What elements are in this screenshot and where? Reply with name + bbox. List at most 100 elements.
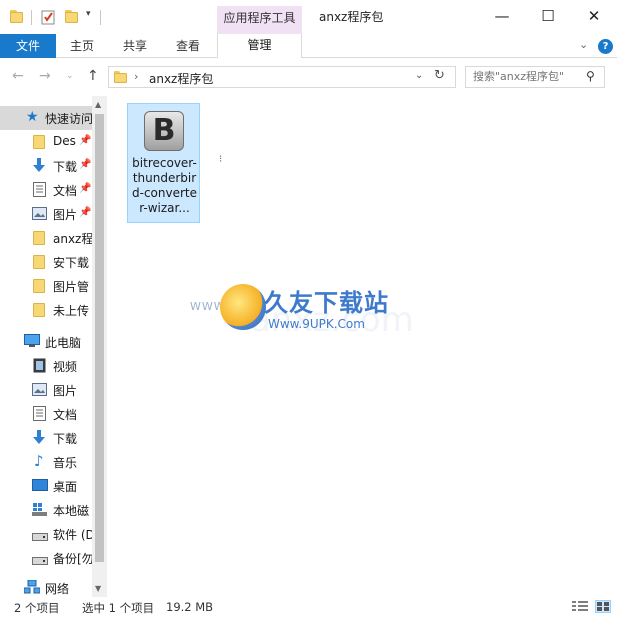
search-input[interactable] (473, 70, 581, 83)
drive-icon (32, 554, 48, 568)
details-view-icon[interactable] (572, 600, 588, 613)
nav-item-anxz[interactable]: anxz程 (0, 226, 92, 250)
address-row: ← → ⌄ ↑ › anxz程序包 ⌄ ↻ ⚲ (0, 58, 617, 96)
nav-label: anxz程 (53, 232, 92, 246)
nav-label: 图片 (53, 384, 78, 398)
chevron-right-icon[interactable]: › (134, 70, 138, 83)
customize-toolbar-icon[interactable]: ▾ (86, 9, 91, 19)
nav-label: 文档 (53, 408, 78, 422)
separator (31, 10, 32, 25)
nav-label: 本地磁 (53, 504, 90, 518)
help-icon[interactable]: ? (598, 39, 613, 54)
separator (100, 10, 101, 25)
tab-file[interactable]: 文件 (0, 34, 56, 58)
back-arrow-icon[interactable]: ← (12, 68, 24, 84)
document-icon (33, 182, 47, 197)
file-item[interactable]: B bitrecover-thunderbird-converter-wizar… (127, 103, 200, 223)
tab-home[interactable]: 主页 (70, 34, 94, 58)
ribbon-tabs: 文件 主页 共享 查看 管理 ⌄ ? (0, 34, 617, 58)
nav-item-desktop[interactable]: Des 📌 (0, 130, 92, 154)
search-box[interactable]: ⚲ (465, 66, 605, 88)
title-bar: ▾ 应用程序工具 anxz程序包 — ☐ ✕ (0, 0, 617, 34)
folder-icon (9, 9, 25, 25)
nav-item-anxiazai[interactable]: 安下载 (0, 250, 92, 274)
search-icon[interactable]: ⚲ (586, 69, 595, 83)
close-button[interactable]: ✕ (571, 0, 617, 32)
nav-label: 音乐 (53, 456, 78, 470)
up-arrow-icon[interactable]: ↑ (87, 68, 99, 84)
network-icon (23, 579, 41, 594)
nav-item-desktop-pc[interactable]: 桌面 (0, 474, 92, 498)
file-list[interactable]: B bitrecover-thunderbird-converter-wizar… (107, 96, 617, 597)
properties-icon[interactable] (40, 9, 56, 25)
nav-item-documents[interactable]: 文档 📌 (0, 178, 92, 202)
folder-icon (33, 303, 47, 317)
file-name: bitrecover-thunderbird-converter-wizar..… (132, 156, 197, 215)
nav-quick-access[interactable]: ★ 快速访问 (0, 106, 92, 130)
selection-size: 19.2 MB (166, 600, 214, 614)
nav-label: 图片管 (53, 280, 90, 294)
app-b-icon: B (144, 111, 184, 151)
status-bar: 2 个项目 选中 1 个项目 19.2 MB (0, 597, 617, 617)
minimize-button[interactable]: — (479, 0, 525, 32)
pin-icon: 📌 (79, 159, 92, 170)
refresh-icon[interactable]: ↻ (434, 68, 445, 83)
scrollbar-thumb[interactable] (95, 114, 104, 562)
forward-arrow-icon[interactable]: → (39, 68, 51, 84)
scroll-down-icon[interactable]: ▼ (95, 584, 101, 593)
tab-manage[interactable]: 管理 (217, 34, 302, 58)
nav-item-pc-pictures[interactable]: 图片 (0, 378, 92, 402)
maximize-button[interactable]: ☐ (525, 0, 571, 32)
document-icon (33, 406, 47, 421)
nav-item-downloads[interactable]: 下载 📌 (0, 154, 92, 178)
nav-label: 网络 (45, 582, 70, 596)
computer-icon (24, 334, 40, 348)
tab-view[interactable]: 查看 (176, 34, 200, 58)
nav-item-pc-documents[interactable]: 文档 (0, 402, 92, 426)
pin-icon: 📌 (79, 183, 92, 194)
nav-item-pc-downloads[interactable]: 下载 (0, 426, 92, 450)
nav-this-pc[interactable]: 此电脑 (0, 330, 92, 354)
watermark-title: 久友下载站 (264, 289, 389, 317)
nav-label: 桌面 (53, 480, 78, 494)
address-path[interactable]: anxz程序包 (149, 70, 213, 87)
watermark: anxz.com WWW.9U 久友下载站 Www.9UPK.Com (190, 280, 420, 355)
address-bar[interactable]: › anxz程序包 ⌄ ↻ (108, 66, 456, 88)
pin-icon: 📌 (79, 135, 92, 146)
scroll-up-icon[interactable]: ▲ (95, 100, 101, 109)
navigation-pane: ★ 快速访问 Des 📌 下载 📌 文档 📌 图片 📌 anxz程 安下载 图片… (0, 96, 107, 597)
cursor-mark: ⁝ (219, 154, 223, 165)
nav-item-backup[interactable]: 备份[勿 (0, 546, 92, 570)
nav-label: 视频 (53, 360, 78, 374)
nav-item-local-disk[interactable]: 本地磁 (0, 498, 92, 522)
nav-label: 未上传 (53, 304, 90, 318)
nav-item-pictures[interactable]: 图片 📌 (0, 202, 92, 226)
selection-count: 选中 1 个项目 (82, 601, 155, 615)
picture-icon (32, 383, 47, 397)
folder-icon (33, 231, 47, 245)
picture-icon (32, 207, 47, 221)
drive-icon (32, 530, 48, 544)
folder-icon (33, 255, 47, 269)
chevron-down-icon[interactable]: ⌄ (415, 70, 423, 81)
nav-label: 下载 (53, 432, 78, 446)
recent-locations-icon[interactable]: ⌄ (66, 71, 74, 81)
nav-scrollbar[interactable]: ▲ ▼ (92, 96, 107, 597)
context-tab-title: 应用程序工具 (217, 6, 302, 34)
large-icons-view-icon[interactable] (595, 600, 611, 613)
watermark-url: Www.9UPK.Com (268, 317, 365, 331)
watermark-logo-icon (220, 284, 266, 330)
nav-item-music[interactable]: ♪ 音乐 (0, 450, 92, 474)
item-count: 2 个项目 (14, 601, 60, 615)
new-folder-icon[interactable] (64, 9, 80, 25)
desktop-icon (32, 479, 48, 493)
video-icon (33, 358, 47, 373)
nav-label: 此电脑 (45, 336, 82, 350)
nav-item-videos[interactable]: 视频 (0, 354, 92, 378)
download-arrow-icon (32, 158, 46, 172)
nav-item-not-uploaded[interactable]: 未上传 (0, 298, 92, 322)
nav-item-drive-d[interactable]: 软件 (D (0, 522, 92, 546)
tab-share[interactable]: 共享 (123, 34, 147, 58)
nav-item-picture-mgr[interactable]: 图片管 (0, 274, 92, 298)
chevron-down-icon[interactable]: ⌄ (579, 38, 588, 51)
